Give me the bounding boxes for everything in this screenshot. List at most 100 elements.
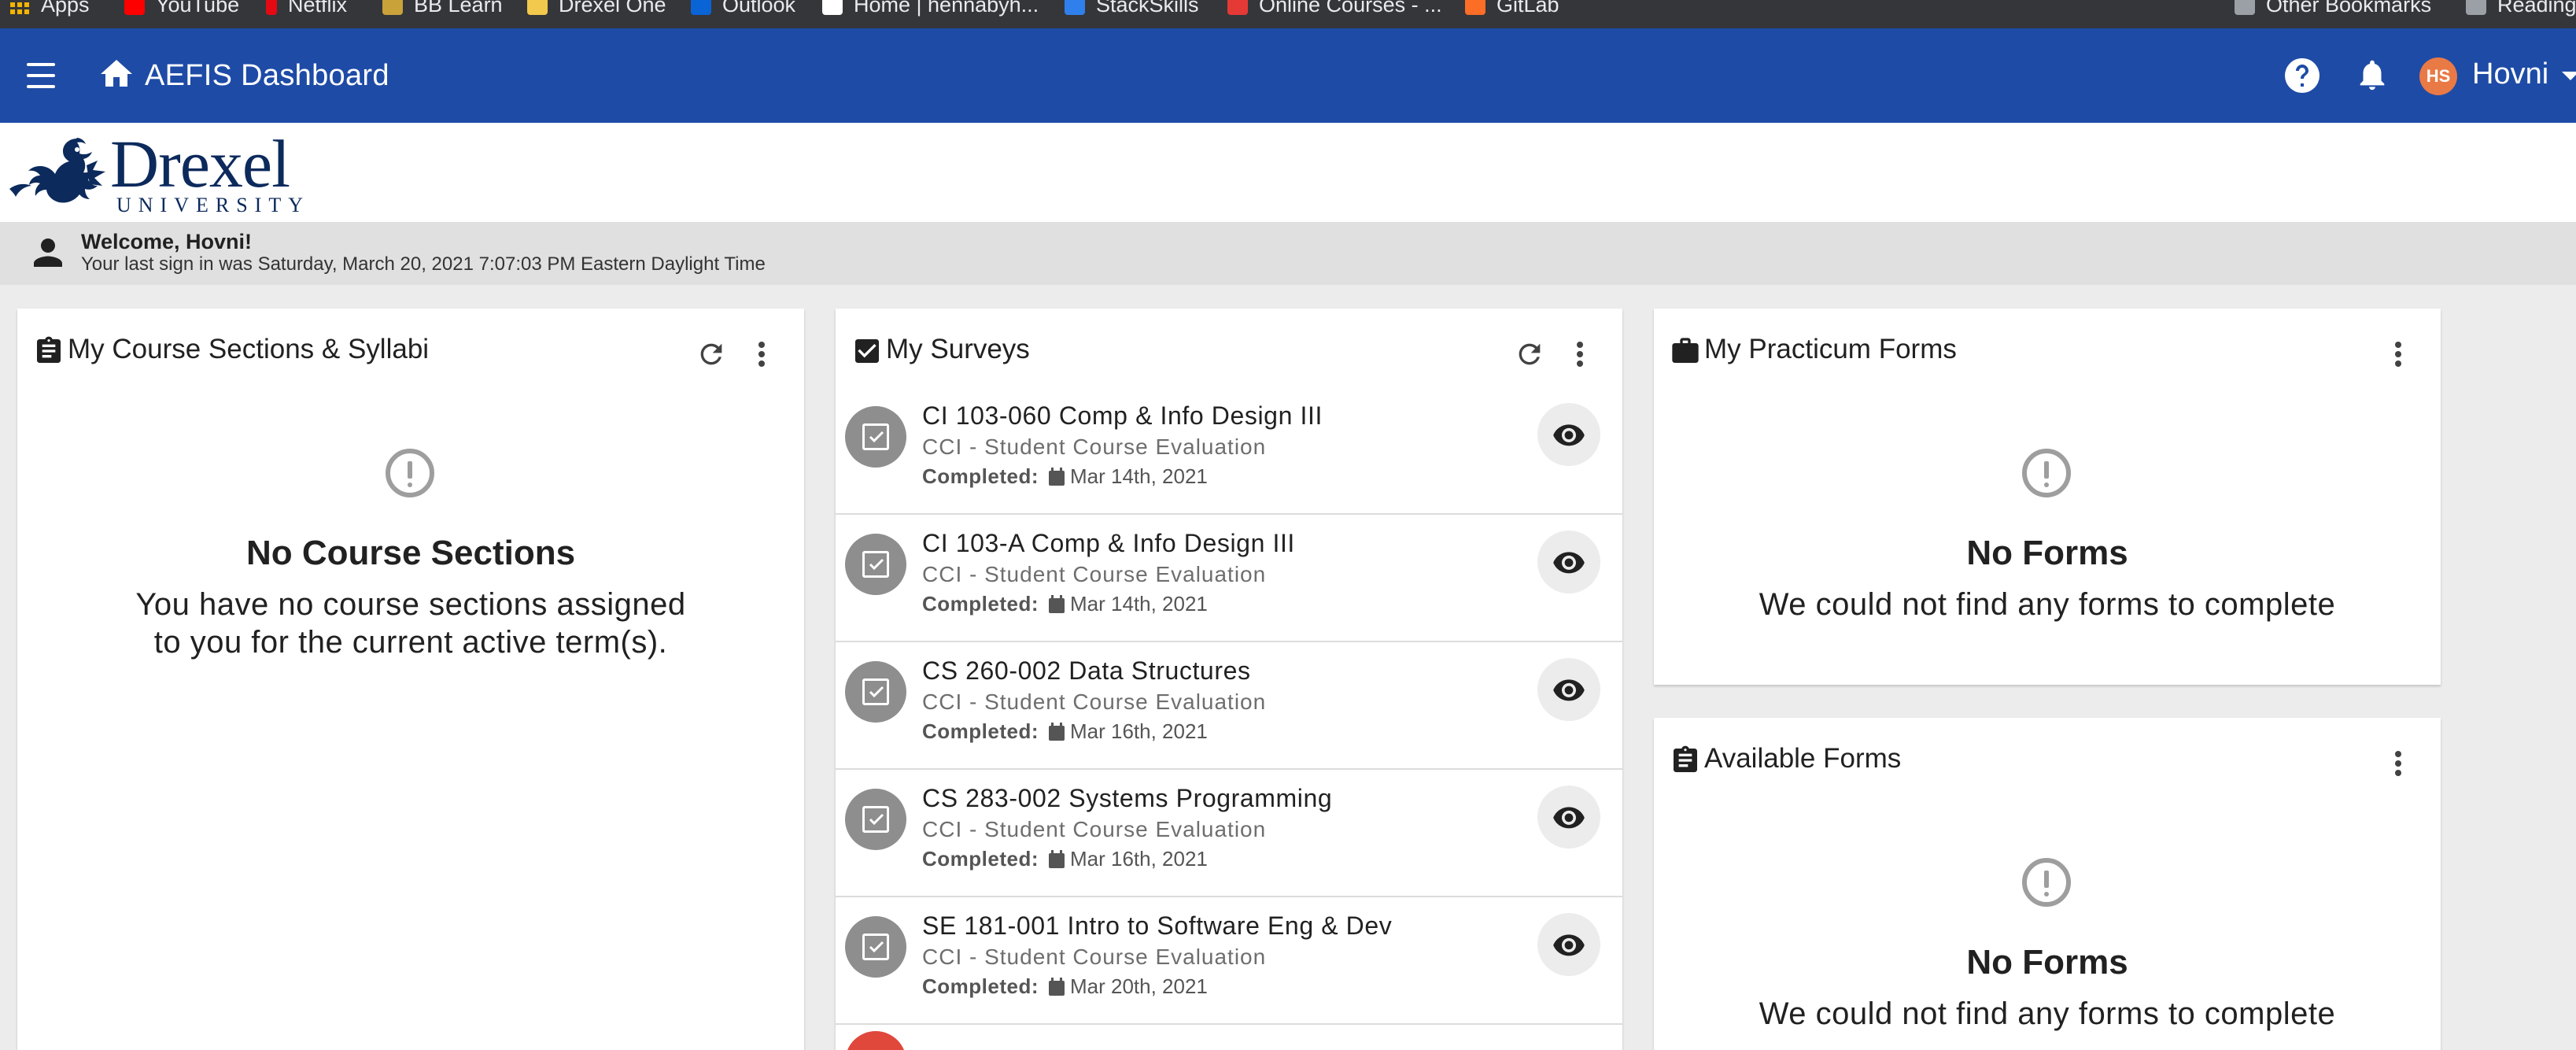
empty-title: No Forms — [1966, 534, 2128, 572]
survey-item[interactable]: CI 103-060 Comp & Info Design III CCI - … — [836, 387, 1622, 515]
survey-item[interactable]: CS 260-002 Data Structures CCI - Student… — [836, 642, 1622, 770]
bookmark-label: StackSkills — [1096, 0, 1199, 17]
completed-label: Completed: — [922, 974, 1039, 998]
completed-label: Completed: — [922, 464, 1039, 488]
survey-subtitle: CCI - Student Course Evaluation — [922, 817, 1267, 841]
completed-date: Mar 14th, 2021 — [1070, 592, 1208, 616]
drexel-one-icon — [527, 0, 548, 15]
survey-completed: Completed: Mar 20th, 2021 — [922, 974, 1208, 999]
bookmark-drexel-one[interactable]: Drexel One — [527, 0, 666, 20]
alert-circle-icon — [386, 449, 434, 497]
survey-item[interactable]: SE 181-001 Intro to Software Eng & Dev C… — [836, 897, 1622, 1025]
bblearn-icon — [382, 0, 403, 15]
bookmark-stackskills[interactable]: StackSkills — [1065, 0, 1199, 20]
user-menu-name[interactable]: Hovni — [2472, 55, 2548, 93]
person-icon — [34, 238, 62, 267]
view-eye-button[interactable] — [1537, 786, 1600, 849]
empty-text: We could not find any forms to complete — [1759, 996, 2336, 1031]
refresh-icon[interactable] — [696, 338, 727, 370]
app-title[interactable]: AEFIS Dashboard — [145, 57, 389, 94]
refresh-icon[interactable] — [1514, 338, 1545, 370]
available-forms-card: Available Forms No Forms We could not fi… — [1654, 718, 2441, 1050]
reading-list-icon — [2466, 0, 2486, 15]
survey-item[interactable]: CI 103-A Comp & Info Design III CCI - St… — [836, 515, 1622, 642]
bookmark-gitlab[interactable]: GitLab — [1465, 0, 1559, 20]
survey-item-partial[interactable] — [836, 1025, 1622, 1050]
home-icon[interactable] — [98, 55, 135, 93]
completed-label: Completed: — [922, 592, 1039, 616]
survey-status-icon — [845, 789, 906, 850]
avatar[interactable]: HS — [2419, 57, 2457, 95]
welcome-banner: Welcome, Hovni! Your last sign in was Sa… — [0, 222, 2576, 285]
survey-subtitle: CCI - Student Course Evaluation — [922, 690, 1267, 714]
survey-title: SE 181-001 Intro to Software Eng & Dev — [922, 911, 1393, 940]
survey-item[interactable]: CS 283-002 Systems Programming CCI - Stu… — [836, 770, 1622, 897]
survey-title: CI 103-A Comp & Info Design III — [922, 529, 1295, 557]
view-eye-button[interactable] — [1537, 658, 1600, 721]
folder-icon — [2235, 0, 2255, 15]
empty-title: No Course Sections — [245, 534, 576, 572]
survey-completed: Completed: Mar 14th, 2021 — [922, 464, 1208, 489]
bookmark-label: Home | hennabyh... — [854, 0, 1039, 17]
survey-status-icon — [845, 534, 906, 595]
bookmark-online-courses[interactable]: Online Courses - ... — [1227, 0, 1442, 20]
more-vert-icon[interactable] — [2390, 338, 2406, 370]
page-icon — [822, 0, 843, 15]
bookmark-label: Reading — [2497, 0, 2576, 17]
empty-title: No Forms — [1966, 943, 2128, 982]
bookmark-youtube[interactable]: YouTube — [124, 0, 239, 20]
bookmark-label: Other Bookmarks — [2266, 0, 2432, 17]
alert-circle-icon — [2022, 858, 2071, 907]
more-vert-icon[interactable] — [754, 338, 769, 370]
bookmark-label: GitLab — [1497, 0, 1559, 17]
survey-completed: Completed: Mar 16th, 2021 — [922, 847, 1208, 871]
logo-subtitle: UNIVERSITY — [116, 194, 310, 216]
survey-subtitle: CCI - Student Course Evaluation — [922, 434, 1267, 459]
bookmark-label: Online Courses - ... — [1259, 0, 1442, 17]
more-vert-icon[interactable] — [1572, 338, 1588, 370]
calendar-icon — [1049, 722, 1065, 741]
survey-title: CS 260-002 Data Structures — [922, 656, 1251, 685]
card-title: My Practicum Forms — [1704, 334, 1957, 364]
more-vert-icon[interactable] — [2390, 748, 2406, 779]
completed-date: Mar 16th, 2021 — [1070, 847, 1208, 871]
survey-title: CI 103-060 Comp & Info Design III — [922, 401, 1323, 430]
app-bar: AEFIS Dashboard HS Hovni — [0, 28, 2576, 123]
survey-subtitle: CCI - Student Course Evaluation — [922, 945, 1267, 969]
gitlab-icon — [1465, 0, 1485, 15]
bookmark-other[interactable]: Other Bookmarks — [2235, 0, 2431, 20]
stackskills-icon — [1065, 0, 1085, 15]
alert-circle-icon — [2022, 449, 2071, 497]
bookmark-bb-learn[interactable]: BB Learn — [382, 0, 503, 20]
view-eye-button[interactable] — [1537, 913, 1600, 976]
logo-row: Drexel UNIVERSITY — [0, 123, 2576, 222]
calendar-icon — [1049, 594, 1065, 613]
surveys-card: My Surveys CI 103-060 Comp & Info Design… — [836, 309, 1622, 1050]
clipboard-icon — [1674, 745, 1697, 772]
survey-completed: Completed: Mar 14th, 2021 — [922, 592, 1208, 616]
bell-icon[interactable] — [2354, 57, 2390, 93]
clipboard-icon — [37, 336, 61, 363]
completed-label: Completed: — [922, 847, 1039, 871]
card-title: My Course Sections & Syllabi — [68, 334, 430, 364]
bookmark-reading-list[interactable]: Reading — [2466, 0, 2576, 20]
survey-completed: Completed: Mar 16th, 2021 — [922, 719, 1208, 744]
calendar-icon — [1049, 977, 1065, 996]
bookmark-label: BB Learn — [414, 0, 503, 17]
youtube-icon — [124, 0, 145, 15]
bookmark-netflix[interactable]: Netflix — [266, 0, 347, 20]
completed-label: Completed: — [922, 719, 1039, 743]
bookmark-apps[interactable]: Apps — [9, 0, 90, 20]
chevron-down-icon[interactable] — [2562, 72, 2576, 80]
view-eye-button[interactable] — [1537, 531, 1600, 593]
bookmarks-bar: Apps YouTube Netflix BB Learn Drexel One… — [0, 0, 2576, 28]
menu-icon[interactable] — [24, 61, 60, 90]
bookmark-outlook[interactable]: Outlook — [691, 0, 795, 20]
help-icon[interactable] — [2283, 57, 2321, 94]
bookmark-home[interactable]: Home | hennabyh... — [822, 0, 1039, 20]
bookmark-label: Outlook — [722, 0, 796, 17]
survey-status-icon — [845, 1031, 906, 1050]
bookmark-label: Drexel One — [559, 0, 666, 17]
view-eye-button[interactable] — [1537, 403, 1600, 466]
card-title: Available Forms — [1704, 743, 1902, 774]
